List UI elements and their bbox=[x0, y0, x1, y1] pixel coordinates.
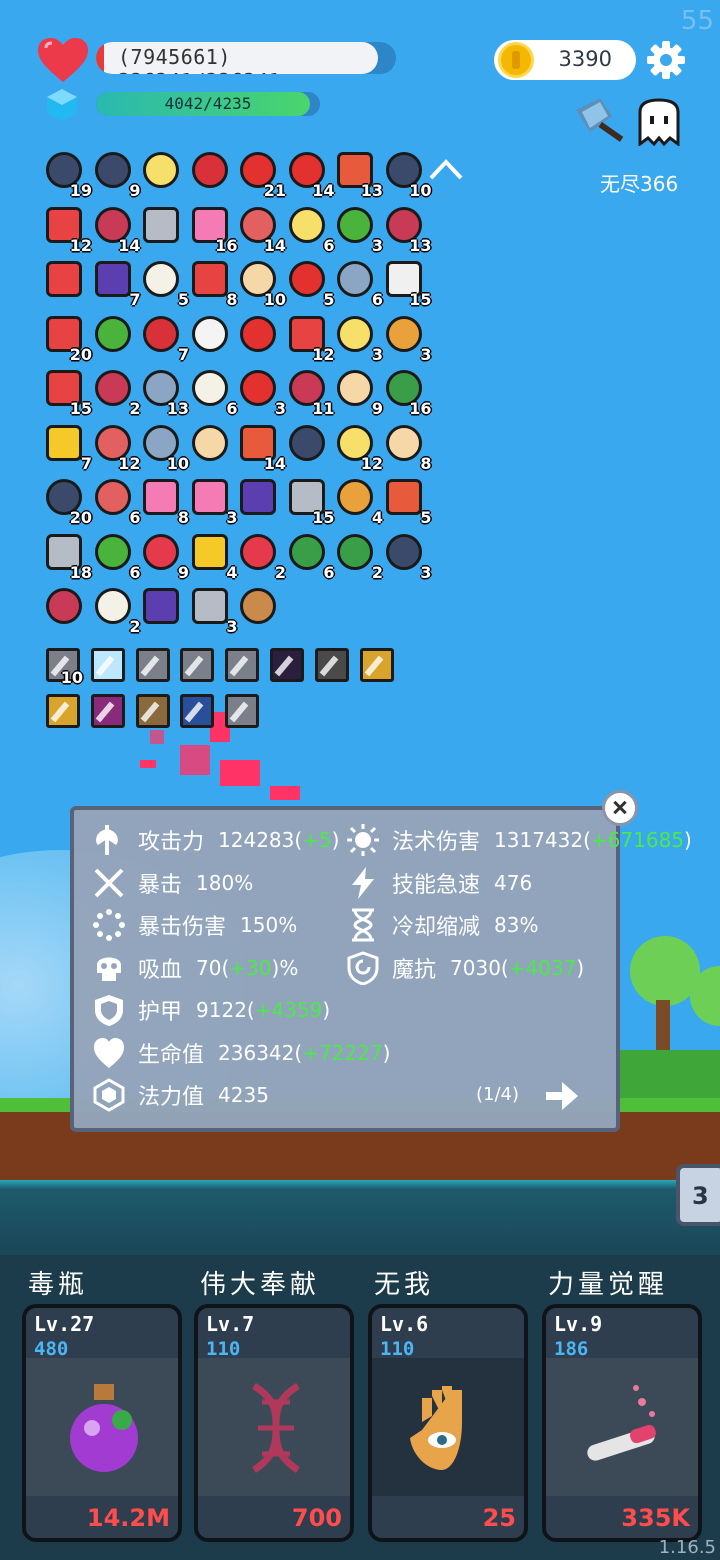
paren-open: ( bbox=[500, 955, 509, 980]
stat-name: 法术伤害 bbox=[392, 830, 481, 855]
stat-value: 7030 bbox=[450, 955, 501, 980]
stat-row: 吸血 70(+30)% bbox=[92, 950, 298, 986]
stat-value: 1317432 bbox=[494, 828, 584, 852]
stat-row: 生命值 236342(+72227) bbox=[92, 1035, 390, 1071]
heart-icon bbox=[94, 1037, 124, 1068]
stat-value: 124283 bbox=[218, 828, 295, 852]
stat-value: 83% bbox=[494, 913, 539, 937]
stat-value: 150% bbox=[240, 913, 298, 937]
stat-name: 魔抗 bbox=[392, 957, 437, 983]
close-button[interactable] bbox=[602, 790, 638, 826]
paren-close: ) bbox=[382, 1040, 391, 1065]
stat-bonus: +30 bbox=[229, 955, 272, 980]
skill-mana-cost: 110 bbox=[206, 1338, 241, 1360]
stat-name: 暴击 bbox=[138, 872, 183, 898]
hourglass-icon bbox=[352, 908, 374, 942]
skill-level: Lv.6 bbox=[380, 1312, 429, 1336]
stat-value: 70 bbox=[196, 955, 222, 980]
stat-row: 技能急速 476 bbox=[346, 865, 532, 901]
stat-row: 暴击伤害 150% bbox=[92, 907, 297, 943]
stat-name: 法力值 bbox=[138, 1085, 205, 1110]
stat-name: 攻击力 bbox=[138, 830, 205, 855]
stat-name: 暴击伤害 bbox=[138, 915, 227, 940]
skill-title: 力量觉醒 bbox=[548, 1270, 669, 1300]
stat-bonus: +4037 bbox=[508, 955, 577, 980]
arrow-right-icon[interactable] bbox=[544, 1080, 580, 1112]
stat-bonus: +5 bbox=[302, 828, 332, 852]
paren-close: ) bbox=[576, 955, 585, 980]
side-tab-button[interactable]: 3 bbox=[676, 1164, 720, 1226]
stat-row: 攻击力 124283(+5) bbox=[92, 822, 339, 858]
sun-icon bbox=[347, 824, 379, 856]
axe-icon bbox=[96, 825, 118, 855]
paren-close: ) bbox=[322, 998, 331, 1022]
stat-row: 魔抗 7030(+4037) bbox=[346, 950, 584, 986]
skill-level: Lv.7 bbox=[206, 1312, 255, 1336]
stat-value: 4235 bbox=[218, 1083, 269, 1107]
dna-icon bbox=[252, 1382, 300, 1473]
side-tab-count: 3 bbox=[692, 1182, 709, 1210]
stat-suffix: % bbox=[279, 955, 299, 980]
stats-page-indicator: (1/4) bbox=[476, 1084, 520, 1105]
version-label: 1.16.5 bbox=[658, 1537, 716, 1558]
game-screen: { "hud": { "fps": "55", "hp_text": "(794… bbox=[0, 0, 720, 1560]
skill-title: 伟大奉献 bbox=[200, 1270, 321, 1300]
skill-mana-cost: 186 bbox=[554, 1338, 589, 1360]
stat-row: 暴击 180% bbox=[92, 865, 253, 901]
skill-title: 无我 bbox=[374, 1270, 435, 1300]
stat-name: 生命值 bbox=[138, 1042, 205, 1068]
magic-shield-icon bbox=[347, 950, 379, 985]
paren-open: ( bbox=[294, 1040, 303, 1065]
skill-mana-cost: 480 bbox=[34, 1338, 69, 1360]
skill-title: 毒瓶 bbox=[28, 1270, 89, 1300]
paren-close: ) bbox=[684, 828, 692, 852]
paren-open: ( bbox=[294, 828, 303, 852]
stat-value: 236342 bbox=[218, 1040, 295, 1065]
skull-icon bbox=[97, 957, 121, 981]
paren-close: ) bbox=[271, 955, 280, 980]
stat-row: 法术伤害 1317432(+671685) bbox=[346, 822, 692, 858]
lightning-icon bbox=[352, 866, 374, 899]
armor-icon bbox=[95, 995, 123, 1026]
test-tube-icon bbox=[587, 1385, 656, 1461]
stat-value: 476 bbox=[494, 870, 533, 895]
poison-bottle-icon bbox=[70, 1384, 138, 1472]
stat-bonus: +4359 bbox=[254, 998, 323, 1022]
paren-open: ( bbox=[583, 828, 591, 852]
stat-name: 冷却缩减 bbox=[392, 915, 481, 940]
skill-upgrade-price: 25 bbox=[482, 1504, 516, 1532]
paren-close: ) bbox=[331, 828, 340, 852]
stat-bonus: +72227 bbox=[302, 1040, 383, 1065]
paren-open: ( bbox=[221, 955, 230, 980]
skill-card[interactable]: Lv.7 110 700 bbox=[194, 1304, 354, 1542]
skill-card[interactable]: Lv.9 186 335K bbox=[542, 1304, 702, 1542]
stat-row: 冷却缩减 83% bbox=[346, 907, 538, 943]
skill-card[interactable]: Lv.27 480 14.2M bbox=[22, 1304, 182, 1542]
stat-name: 吸血 bbox=[138, 957, 183, 983]
skill-upgrade-price: 335K bbox=[621, 1504, 690, 1532]
skill-upgrade-price: 14.2M bbox=[86, 1504, 170, 1532]
skill-upgrade-price: 700 bbox=[291, 1504, 342, 1532]
stat-row: 法力值 4235 bbox=[92, 1077, 269, 1113]
stat-row: 护甲 9122(+4359) bbox=[92, 992, 330, 1028]
skill-mana-cost: 110 bbox=[380, 1338, 415, 1360]
stat-value: 180% bbox=[196, 870, 254, 895]
stat-value: 9122 bbox=[196, 998, 247, 1022]
crit-damage-icon bbox=[93, 909, 125, 941]
skill-card[interactable]: Lv.6 110 25 bbox=[368, 1304, 528, 1542]
stat-name: 技能急速 bbox=[392, 872, 481, 898]
crit-icon bbox=[94, 868, 124, 897]
skill-level: Lv.27 bbox=[34, 1312, 95, 1336]
stat-name: 护甲 bbox=[138, 1000, 183, 1025]
eye-hand-icon bbox=[410, 1386, 462, 1470]
paren-open: ( bbox=[246, 998, 255, 1022]
stat-bonus: +671685 bbox=[590, 828, 685, 852]
mana-icon bbox=[93, 1078, 125, 1112]
skill-level: Lv.9 bbox=[554, 1312, 603, 1336]
